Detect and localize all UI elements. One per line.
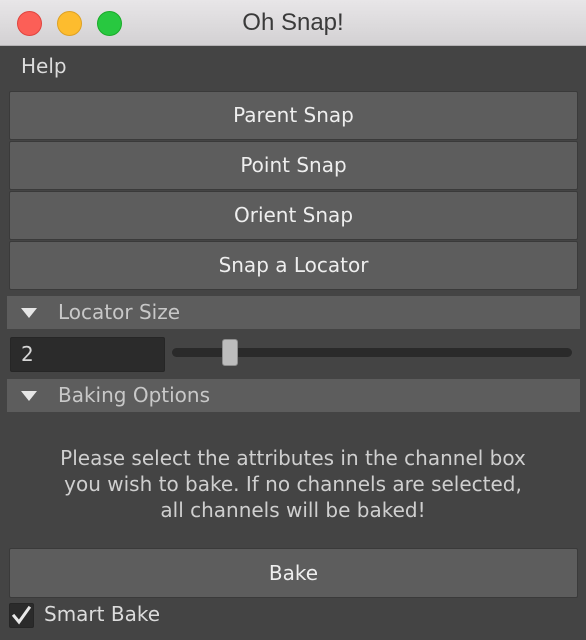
window-title: Oh Snap!: [242, 9, 344, 36]
locator-size-slider-handle[interactable]: [221, 339, 238, 366]
orient-snap-button[interactable]: Orient Snap: [9, 191, 578, 240]
title-bar[interactable]: Oh Snap!: [0, 0, 586, 46]
snap-locator-button[interactable]: Snap a Locator: [9, 241, 578, 290]
help-menu[interactable]: Help: [21, 54, 67, 78]
smart-bake-checkbox[interactable]: [9, 603, 34, 628]
bake-instructions-line: Please select the attributes in the chan…: [60, 446, 526, 470]
checkmark-icon: [11, 605, 32, 625]
parent-snap-button[interactable]: Parent Snap: [9, 91, 578, 140]
point-snap-button[interactable]: Point Snap: [9, 141, 578, 190]
baking-options-section-header[interactable]: Baking Options: [7, 379, 580, 412]
menu-bar: Help: [0, 46, 586, 86]
bake-instructions: Please select the attributes in the chan…: [20, 445, 566, 523]
collapse-triangle-icon: [21, 308, 37, 318]
oh-snap-window: Oh Snap! Help Parent Snap Point Snap Ori…: [0, 0, 586, 640]
baking-options-label: Baking Options: [58, 383, 211, 407]
bake-instructions-line: you wish to bake. If no channels are sel…: [64, 472, 522, 496]
locator-size-section-header[interactable]: Locator Size: [7, 296, 580, 329]
locator-size-label: Locator Size: [58, 300, 180, 324]
bake-button[interactable]: Bake: [9, 548, 578, 598]
locator-size-input[interactable]: 2: [10, 337, 165, 372]
smart-bake-label: Smart Bake: [44, 602, 161, 626]
bake-instructions-line: all channels will be baked!: [160, 498, 426, 522]
collapse-triangle-icon: [21, 391, 37, 401]
